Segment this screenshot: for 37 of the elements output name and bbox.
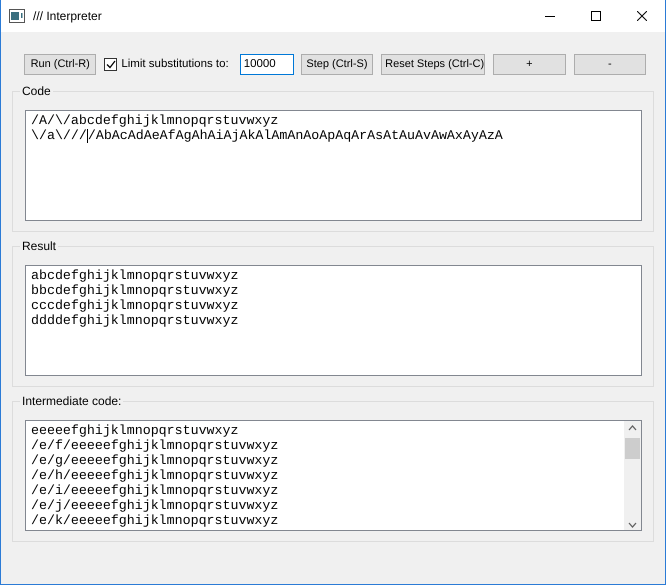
app-icon bbox=[9, 9, 25, 23]
text-line: /e/k/eeeeefghijklmnopqrstuvwxyz bbox=[31, 513, 280, 528]
checkbox-label: Limit substitutions to: bbox=[121, 58, 229, 70]
text-line: /e/j/eeeeefghijklmnopqrstuvwxyz bbox=[31, 498, 280, 513]
scroll-down-icon[interactable] bbox=[628, 522, 637, 528]
text-line: ddddefghijklmnopqrstuvwxyz bbox=[31, 313, 240, 328]
text-line: /A/\/abcdefghijklmnopqrstuvwxyz bbox=[31, 113, 278, 128]
text-line: \/a\/// bbox=[31, 128, 87, 143]
text-line: abcdefghijklmnopqrstuvwxyz bbox=[31, 268, 240, 283]
group-title: Result bbox=[20, 239, 58, 253]
step-button[interactable]: Step (Ctrl-S) bbox=[300, 54, 374, 74]
intermediate-code-area[interactable] bbox=[25, 420, 642, 531]
minus-button[interactable]: - bbox=[574, 54, 646, 74]
plus-button[interactable]: + bbox=[493, 54, 566, 74]
scroll-up-icon[interactable] bbox=[628, 425, 637, 431]
text-line: /e/h/eeeeefghijklmnopqrstuvwxyz bbox=[31, 468, 280, 483]
run-button[interactable]: Run (Ctrl-R) bbox=[24, 54, 96, 74]
text-line: /e/f/eeeeefghijklmnopqrstuvwxyz bbox=[31, 438, 280, 453]
text-line: /e/i/eeeeefghijklmnopqrstuvwxyz bbox=[31, 483, 280, 498]
limit-checkbox[interactable] bbox=[104, 58, 118, 70]
scrollbar[interactable] bbox=[624, 421, 641, 530]
text-line: eeeeefghijklmnopqrstuvwxyz bbox=[31, 423, 240, 438]
reset-steps-button[interactable]: Reset Steps (Ctrl-C) bbox=[381, 54, 486, 74]
group-title: Intermediate code: bbox=[20, 394, 124, 408]
text-line: bbcdefghijklmnopqrstuvwxyz bbox=[31, 283, 240, 298]
text-cursor bbox=[86, 128, 88, 142]
close-icon bbox=[637, 11, 647, 21]
scroll-thumb[interactable] bbox=[625, 438, 640, 459]
group-title: Code bbox=[20, 84, 53, 98]
text-line: /AbAcAdAeAfAgAhAiAjAkAlAmAnAoApAqArAsAtAuAvAwAxAyAzA bbox=[88, 128, 503, 143]
result-area[interactable]: abcdefghijklmnopqrstuvwxyz bbcdefghijklmnopqrstuvwxyz cccdefghijklmnopqrstuvwxyz ddddefghijklmnopqrstuvwxyz bbox=[25, 265, 642, 376]
text-line: /e/g/eeeeefghijklmnopqrstuvwxyz bbox=[31, 453, 280, 468]
text-line: cccdefghijklmnopqrstuvwxyz bbox=[31, 298, 240, 313]
window-title: /// Interpreter bbox=[33, 9, 103, 23]
maximize-icon bbox=[591, 11, 601, 21]
limit-field[interactable]: 10000 bbox=[240, 54, 294, 74]
code-editor[interactable]: /A/\/abcdefghijklmnopqrstuvwxyz \/a\////AbAcAdAeAfAgAhAiAjAkAlAmAnAoApAqArAsAtAuAvAwAxAyAzA bbox=[25, 110, 642, 221]
